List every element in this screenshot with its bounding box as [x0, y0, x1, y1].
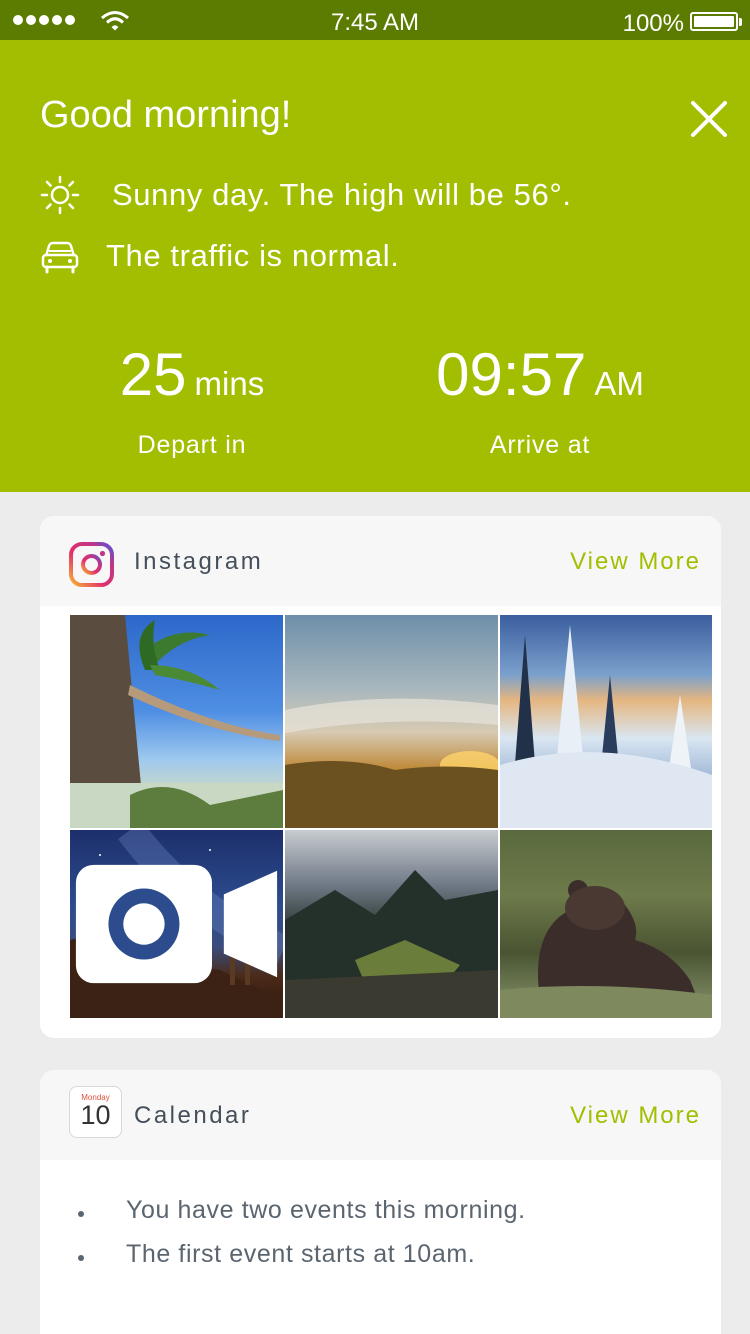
instagram-view-more-button[interactable]: View More: [570, 548, 701, 576]
calendar-icon-date: 10: [80, 1100, 111, 1130]
arrive-label: Arrive at: [489, 431, 591, 459]
calendar-event-list: You have two events this morning. The fi…: [78, 1196, 526, 1284]
traffic-row: The traffic is normal.: [40, 236, 399, 276]
arrive-unit: AM: [594, 365, 644, 402]
instagram-title: Instagram: [134, 548, 264, 575]
video-camera-icon: [75, 864, 278, 984]
depart-stat: 25 mins Depart in: [12, 340, 372, 460]
instagram-card: Instagram View More: [40, 516, 721, 1038]
instagram-card-header: Instagram View More: [40, 516, 721, 606]
sun-icon: [40, 175, 80, 215]
calendar-title: Calendar: [134, 1102, 252, 1129]
depart-label: Depart in: [137, 431, 247, 459]
arrive-value: 09:57: [436, 341, 587, 408]
calendar-card: Monday 10 Calendar View More You have tw…: [40, 1070, 721, 1334]
list-item: The first event starts at 10am.: [78, 1240, 526, 1284]
greeting-title: Good morning!: [40, 94, 292, 136]
car-icon: [41, 241, 79, 274]
photo-snowy-forest-sunset[interactable]: [500, 615, 712, 828]
traffic-text: The traffic is normal.: [106, 238, 400, 273]
depart-unit: mins: [194, 365, 265, 402]
status-bar: 7:45 AM 100%: [0, 0, 750, 40]
arrive-stat: 09:57 AM Arrive at: [360, 340, 720, 460]
battery-percentage: 100%: [622, 10, 684, 37]
photo-brown-bear[interactable]: [500, 830, 712, 1018]
close-icon[interactable]: [690, 100, 728, 138]
calendar-card-header: Monday 10 Calendar View More: [40, 1070, 721, 1160]
photo-mountain-ruins[interactable]: [285, 830, 498, 1018]
battery-icon: [690, 12, 742, 31]
instagram-icon: [69, 542, 114, 587]
weather-row: Sunny day. The high will be 56°.: [40, 175, 572, 215]
weather-text: Sunny day. The high will be 56°.: [112, 177, 572, 212]
photo-palm-tree-beach[interactable]: [70, 615, 283, 828]
calendar-icon: Monday 10: [69, 1086, 122, 1138]
depart-value: 25: [119, 341, 187, 408]
calendar-view-more-button[interactable]: View More: [570, 1102, 701, 1130]
list-item: You have two events this morning.: [78, 1196, 526, 1240]
photo-grid: [70, 615, 712, 1018]
photo-golden-hills-sunset[interactable]: [285, 615, 498, 828]
photo-starry-desert-cactus[interactable]: [70, 830, 283, 1018]
morning-summary: Good morning! Sunny day. The high will b…: [0, 40, 750, 492]
